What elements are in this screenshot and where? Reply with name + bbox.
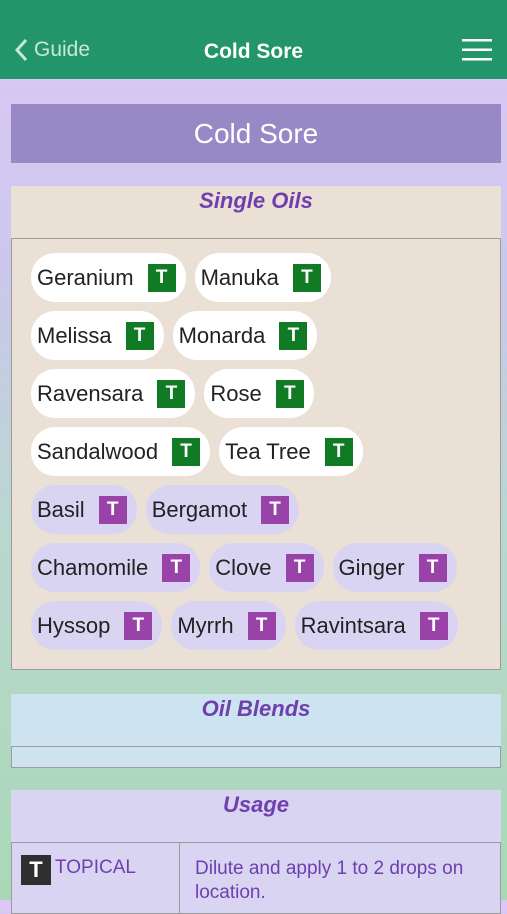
oil-chip-list: Geranium T Manuka T Melissa T Monarda T Ravensar… — [31, 253, 490, 659]
nav-bar: Guide Cold Sore — [0, 0, 507, 79]
oil-chip-label: Manuka — [200, 264, 279, 290]
oil-chip[interactable]: Tea Tree T — [219, 427, 363, 476]
topical-badge-icon: T — [172, 437, 201, 466]
oil-chip-label: Bergamot — [151, 496, 248, 522]
oil-chip[interactable]: Monarda T — [172, 311, 318, 360]
hamburger-menu-icon — [462, 39, 492, 61]
oil-chip[interactable]: Rose T — [204, 369, 314, 418]
topical-badge-icon: T — [247, 611, 276, 640]
topical-badge-icon: T — [418, 553, 447, 582]
oil-chip[interactable]: Hyssop T — [31, 601, 163, 650]
chip-row: Melissa T Monarda T — [31, 311, 490, 360]
oil-chip[interactable]: Chamomile T — [31, 543, 201, 592]
oil-chip-label: Ravensara — [37, 380, 144, 406]
usage-method-label[interactable]: TOPICAL — [55, 857, 136, 879]
topical-badge-icon: T — [275, 379, 304, 408]
topical-badge-icon: T — [125, 321, 154, 350]
topical-badge-icon: T — [147, 263, 176, 292]
oil-chip[interactable]: Ginger T — [332, 543, 457, 592]
oil-chip[interactable]: Geranium T — [31, 253, 186, 302]
oil-chip[interactable]: Ravensara T — [31, 369, 196, 418]
topical-badge-icon: T — [292, 263, 321, 292]
oil-chip-label: Monarda — [178, 322, 266, 348]
oil-chip-label: Rose — [210, 380, 262, 406]
topical-badge-icon: T — [157, 379, 186, 408]
oil-chip-label: Melissa — [37, 322, 112, 348]
oil-chip[interactable]: Melissa T — [31, 311, 164, 360]
usage-method-cell: T TOPICAL — [12, 843, 180, 913]
oil-chip[interactable]: Clove T — [209, 543, 324, 592]
oil-chip-label: Chamomile — [37, 554, 149, 580]
oil-chip-label: Hyssop — [37, 612, 111, 638]
chip-row: Sandalwood T Tea Tree T — [31, 427, 490, 476]
topical-badge-icon: T — [98, 495, 127, 524]
single-oils-panel: Geranium T Manuka T Melissa T Monarda T Ravensar… — [11, 238, 501, 670]
oil-chip-label: Ravintsara — [300, 612, 406, 638]
oil-chip[interactable]: Myrrh T — [171, 601, 286, 650]
topical-badge-icon: T — [419, 611, 448, 640]
oil-chip-label: Myrrh — [177, 612, 234, 638]
topical-badge-icon: T — [21, 855, 51, 885]
oil-chip-label: Tea Tree — [225, 438, 311, 464]
topical-badge-icon: T — [124, 611, 153, 640]
oil-chip[interactable]: Bergamot T — [145, 485, 300, 534]
oil-chip-label: Geranium — [37, 264, 134, 290]
topical-badge-icon: T — [279, 321, 308, 350]
usage-header: Usage — [11, 790, 501, 842]
page-title: Cold Sore — [203, 40, 304, 63]
oil-chip-label: Clove — [215, 554, 272, 580]
menu-button[interactable] — [462, 38, 492, 67]
topical-badge-icon: T — [261, 495, 290, 524]
oil-chip[interactable]: Ravintsara T — [294, 601, 458, 650]
topical-badge-icon: T — [285, 553, 314, 582]
topical-badge-icon: T — [162, 553, 191, 582]
topical-badge-icon: T — [324, 437, 353, 466]
chip-row: Ravensara T Rose T — [31, 369, 490, 418]
oil-chip-label: Sandalwood — [37, 438, 159, 464]
chip-row: Hyssop T Myrrh T Ravintsara T — [31, 601, 490, 650]
oil-chip-label: Ginger — [338, 554, 405, 580]
chip-row: Geranium T Manuka T — [31, 253, 490, 302]
chip-row: Chamomile T Clove T Ginger T — [31, 543, 490, 592]
chip-row: Basil T Bergamot T — [31, 485, 490, 534]
oil-chip[interactable]: Manuka T — [194, 253, 331, 302]
single-oils-header: Single Oils — [11, 186, 501, 238]
usage-instructions: Dilute and apply 1 to 2 drops on locatio… — [195, 858, 464, 903]
oil-chip[interactable]: Basil T — [31, 485, 137, 534]
usage-table: T TOPICAL Dilute and apply 1 to 2 drops … — [11, 842, 501, 914]
oil-blends-header: Oil Blends — [11, 694, 501, 746]
oil-chip-label: Basil — [37, 496, 85, 522]
oil-chip[interactable]: Sandalwood T — [31, 427, 211, 476]
topic-banner: Cold Sore — [11, 104, 501, 163]
oil-blends-panel — [11, 746, 501, 768]
